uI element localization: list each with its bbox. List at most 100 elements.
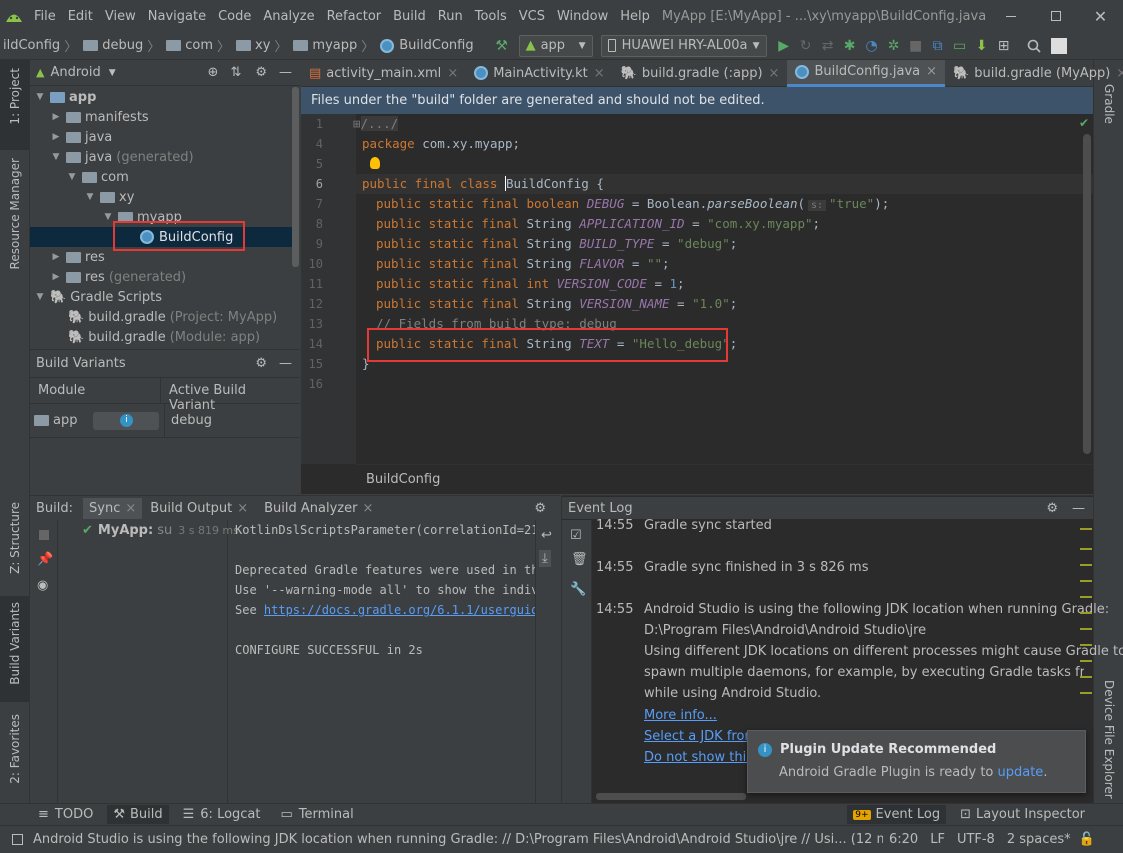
intention-bulb-icon[interactable] [370, 157, 380, 169]
debug-icon[interactable]: ✱ [839, 35, 861, 57]
gear-icon[interactable]: ⚙ [255, 65, 267, 80]
tree-node-com[interactable]: ▼ com [66, 167, 129, 187]
project-scrollbar[interactable] [292, 87, 299, 267]
sdk-manager-icon[interactable]: ⬇ [971, 35, 993, 57]
sync-project-icon[interactable]: ⧉ [927, 35, 949, 57]
menu-tools[interactable]: Tools [469, 9, 513, 24]
chevron-right-icon[interactable]: ▶ [50, 252, 62, 262]
gradle-docs-link[interactable]: https://docs.gradle.org/6.1.1/userguide [264, 603, 535, 617]
editor-scrollbar[interactable] [1083, 134, 1091, 454]
run-icon[interactable]: ▶ [773, 35, 795, 57]
chevron-down-icon[interactable]: ▼ [109, 68, 116, 78]
locate-icon[interactable]: ⊕ [208, 65, 219, 80]
code-line-11[interactable]: public static final int VERSION_CODE = 1… [376, 274, 685, 294]
menu-window[interactable]: Window [551, 9, 614, 24]
stop-icon[interactable] [39, 530, 49, 540]
menu-edit[interactable]: Edit [62, 9, 99, 24]
breadcrumb-debug[interactable]: debug 〉 [80, 36, 163, 55]
close-icon[interactable]: × [926, 64, 937, 79]
tab-favorites[interactable]: 2: Favorites [8, 714, 22, 784]
code-line-4[interactable]: package com.xy.myapp; [362, 134, 520, 154]
tool-windows-icon[interactable] [12, 834, 23, 845]
tree-node-res[interactable]: ▶ res [50, 247, 105, 267]
tab-build-output[interactable]: Build Output × [142, 498, 256, 519]
tab-todo[interactable]: ≡ TODO [38, 807, 93, 822]
tree-node-java[interactable]: ▶ java [50, 127, 113, 147]
gear-icon[interactable]: ⚙ [534, 501, 546, 516]
tab-gradle[interactable]: Gradle [1102, 84, 1116, 124]
tree-node-manifests[interactable]: ▶ manifests [50, 107, 149, 127]
build-output-console[interactable]: KotlinDslScriptsParameter(correlationId=… [229, 520, 535, 804]
status-message[interactable]: Android Studio is using the following JD… [33, 832, 883, 847]
close-icon[interactable]: × [1116, 66, 1123, 81]
code-line-6[interactable]: public final class BuildConfig { [362, 174, 604, 194]
run-config-select[interactable]: ▲ app ▼ [518, 34, 593, 57]
more-info-link[interactable]: More info... [644, 708, 717, 723]
chevron-down-icon[interactable]: ▼ [50, 152, 62, 162]
close-icon[interactable]: × [237, 501, 248, 516]
minimize-panel-icon[interactable]: — [279, 65, 292, 80]
tab-buildconfig[interactable]: BuildConfig.java × [787, 59, 946, 87]
close-icon[interactable]: × [594, 66, 605, 81]
device-select[interactable]: HUAWEI HRY-AL00a ▼ [600, 34, 767, 57]
menu-view[interactable]: View [99, 9, 142, 24]
user-icon[interactable] [1050, 37, 1067, 54]
tree-node-build-gradle-module[interactable]: 🐘 build.gradle (Module: app) [68, 327, 260, 347]
collapse-all-icon[interactable]: ⇅ [230, 65, 241, 80]
breadcrumb-buildconfig[interactable]: BuildConfig [377, 38, 476, 53]
close-icon[interactable]: × [125, 501, 136, 516]
menu-navigate[interactable]: Navigate [142, 9, 212, 24]
gear-icon[interactable]: ⚙ [255, 356, 267, 371]
hammer-icon[interactable]: ⚒ [491, 35, 513, 57]
tab-build-analyzer[interactable]: Build Analyzer × [256, 498, 381, 519]
close-icon[interactable]: × [769, 66, 780, 81]
chevron-right-icon[interactable]: ▶ [50, 112, 62, 122]
menu-analyze[interactable]: Analyze [257, 9, 320, 24]
tab-sync[interactable]: Sync × [83, 497, 143, 519]
minimize-panel-icon[interactable]: — [1072, 501, 1085, 516]
close-icon[interactable]: × [447, 66, 458, 81]
breadcrumb-buildconfig-dir[interactable]: ildConfig 〉 [0, 36, 80, 55]
tree-node-app[interactable]: ▼ app [34, 87, 97, 107]
tab-structure[interactable]: Z: Structure [8, 502, 22, 574]
layout-inspector-icon[interactable]: ⊞ [993, 35, 1015, 57]
tab-build-gradle-myapp[interactable]: 🐘 build.gradle (MyApp) × [945, 60, 1123, 87]
update-link[interactable]: update [998, 765, 1044, 780]
menu-refactor[interactable]: Refactor [321, 9, 388, 24]
tree-node-xy[interactable]: ▼ xy [84, 187, 135, 207]
maximize-icon[interactable] [1033, 0, 1078, 32]
tab-logcat[interactable]: ☰ 6: Logcat [183, 807, 261, 822]
tab-device-file-explorer[interactable]: Device File Explorer [1102, 680, 1116, 799]
editor-breadcrumb-buildconfig[interactable]: BuildConfig [366, 472, 440, 487]
chevron-down-icon[interactable]: ▼ [34, 92, 46, 102]
tab-build[interactable]: ⚒ Build [107, 805, 169, 824]
fold-icon[interactable]: ⊞ [353, 116, 361, 131]
tab-main-activity[interactable]: MainActivity.kt × [466, 60, 612, 87]
apply-changes-icon[interactable]: ↻ [795, 35, 817, 57]
search-icon[interactable] [1023, 35, 1045, 57]
breadcrumb-xy[interactable]: xy 〉 [233, 36, 290, 55]
tab-terminal[interactable]: ▭ Terminal [281, 807, 354, 822]
file-encoding[interactable]: UTF-8 [957, 832, 995, 847]
close-icon[interactable]: ✕ [1078, 0, 1123, 32]
code-line-15[interactable]: } [362, 354, 370, 374]
tab-event-log[interactable]: 9+ Event Log [847, 805, 947, 824]
sync-tree-item[interactable]: ✔ MyApp: su 3 s 819 ms [58, 520, 239, 540]
trash-icon[interactable]: 🗑 [571, 552, 588, 567]
minimize-icon[interactable] [988, 0, 1033, 32]
mark-all-read-icon[interactable]: ☑ [570, 528, 582, 543]
apply-code-changes-icon[interactable]: ⇄ [817, 35, 839, 57]
menu-run[interactable]: Run [432, 9, 469, 24]
menu-vcs[interactable]: VCS [513, 9, 551, 24]
profile-icon[interactable]: ◔ [861, 35, 883, 57]
pin-icon[interactable]: 📌 [37, 552, 53, 567]
tree-node-res-generated[interactable]: ▶ res (generated) [50, 267, 187, 287]
chevron-right-icon[interactable]: ▶ [50, 272, 62, 282]
code-line-10[interactable]: public static final String FLAVOR = ""; [376, 254, 670, 274]
tree-node-java-generated[interactable]: ▼ java (generated) [50, 147, 194, 167]
menu-help[interactable]: Help [614, 9, 656, 24]
caret-position[interactable]: 6:20 [889, 832, 918, 847]
chevron-down-icon[interactable]: ▼ [66, 172, 78, 182]
select-jdk-link[interactable]: Select a JDK from [644, 729, 757, 744]
line-separator[interactable]: LF [930, 832, 945, 847]
